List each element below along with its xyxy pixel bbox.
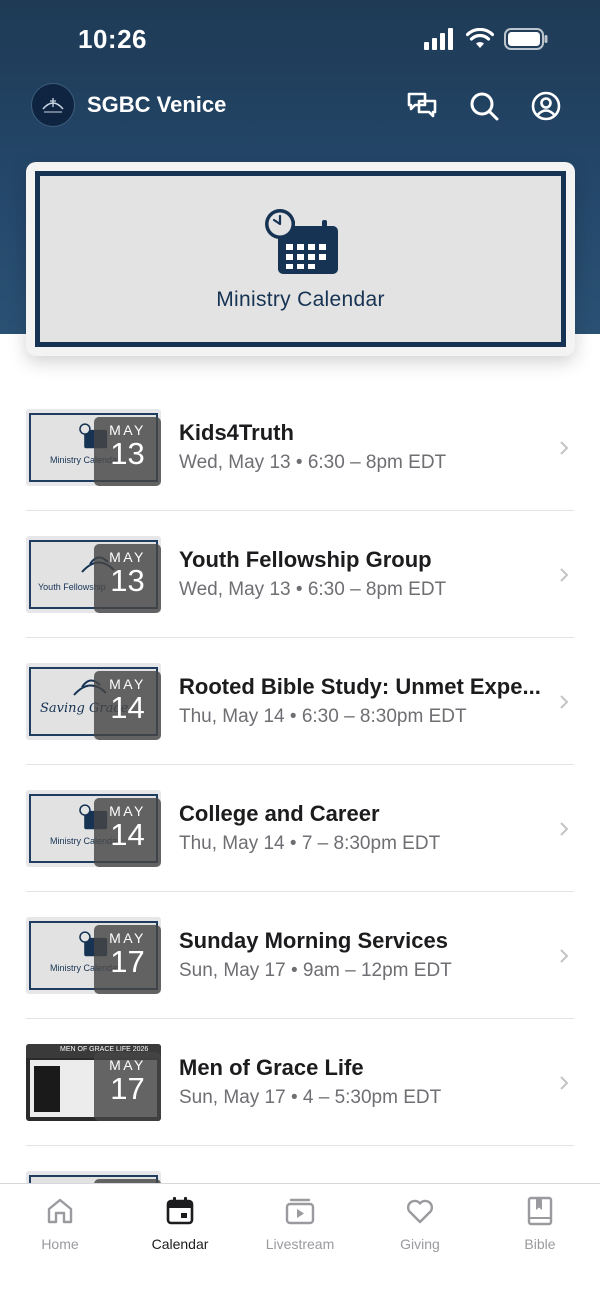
date-badge: MAY 17 — [94, 1052, 161, 1121]
event-title: Rooted Bible Study: Unmet Expe... — [179, 674, 541, 699]
event-row[interactable]: Ministry Calendar MAY 17 Sunday Morning … — [0, 892, 600, 1019]
ministry-calendar-banner[interactable]: Ministry Calendar — [26, 162, 575, 356]
date-badge: MAY 14 — [94, 671, 161, 740]
event-date: Thu, May 14 — [179, 833, 285, 854]
event-row[interactable]: Ministry Calendar MAY 14 College and Car… — [0, 765, 600, 892]
event-title: College and Career — [179, 801, 380, 826]
tab-giving[interactable]: Giving — [360, 1184, 480, 1300]
event-time: 6:30 – 8pm EDT — [307, 452, 447, 473]
status-icons — [424, 28, 548, 50]
event-date: Sun, May 17 — [179, 1087, 286, 1108]
date-day: 13 — [110, 436, 145, 471]
chevron-right-icon — [560, 441, 569, 455]
banner-frame: Ministry Calendar — [35, 171, 566, 347]
app-title: SGBC Venice — [87, 92, 227, 117]
event-title: Men of Grace Life — [179, 1055, 364, 1080]
tab-label: Livestream — [265, 1236, 335, 1252]
calendar-clock-icon — [264, 209, 338, 274]
chat-icon[interactable] — [406, 90, 438, 122]
heart-icon — [406, 1199, 434, 1224]
bottom-tab-bar: Home Calendar Livestream Giving Bible — [0, 1183, 600, 1300]
livestream-icon — [285, 1198, 315, 1225]
event-list: Ministry Calendar MAY 13 Kids4Truth Wed,… — [0, 384, 600, 1211]
event-datetime: Sun, May 17 • 9am – 12pm EDT — [179, 960, 452, 981]
search-icon[interactable] — [468, 90, 500, 122]
tab-bible[interactable]: Bible — [480, 1184, 600, 1300]
event-time: 9am – 12pm EDT — [302, 960, 452, 981]
church-logo[interactable] — [31, 83, 75, 127]
chevron-right-icon — [560, 822, 569, 836]
tab-label: Bible — [524, 1236, 556, 1252]
date-day: 14 — [110, 690, 145, 725]
event-thumbnail: Ministry Calendar MAY 13 — [26, 409, 161, 486]
event-thumbnail: Saving Grace MAY 14 — [26, 663, 161, 740]
battery-icon — [504, 28, 548, 50]
date-badge: MAY 13 — [94, 544, 161, 613]
date-day: 17 — [110, 1071, 145, 1106]
banner-label: Ministry Calendar — [216, 288, 385, 311]
logo-emblem-icon — [42, 98, 64, 113]
event-thumbnail: Youth Fellowship MAY 13 — [26, 536, 161, 613]
app-bar: SGBC Venice — [0, 80, 600, 132]
tab-label: Calendar — [151, 1236, 209, 1252]
date-day: 13 — [110, 563, 145, 598]
date-badge: MAY 17 — [94, 925, 161, 994]
event-title: Youth Fellowship Group — [179, 547, 432, 572]
chevron-right-icon — [560, 949, 569, 963]
event-row[interactable]: Youth Fellowship MAY 13 Youth Fellowship… — [0, 511, 600, 638]
event-time: 6:30 – 8:30pm EDT — [301, 706, 467, 727]
event-datetime: Wed, May 13 • 6:30 – 8pm EDT — [179, 579, 447, 600]
chevron-right-icon — [560, 568, 569, 582]
event-row[interactable]: Saving Grace MAY 14 Rooted Bible Study: … — [0, 638, 600, 765]
home-icon — [47, 1198, 73, 1224]
tab-calendar[interactable]: Calendar — [120, 1184, 240, 1300]
tab-livestream[interactable]: Livestream — [240, 1184, 360, 1300]
chevron-right-icon — [560, 1076, 569, 1090]
status-bar: 10:26 — [0, 0, 600, 80]
event-date: Wed, May 13 — [179, 579, 291, 600]
event-datetime: Wed, May 13 • 6:30 – 8pm EDT — [179, 452, 447, 473]
event-date: Wed, May 13 — [179, 452, 291, 473]
cellular-signal-icon — [424, 28, 453, 50]
date-day: 14 — [110, 817, 145, 852]
wifi-icon — [466, 28, 494, 48]
bible-icon — [527, 1196, 553, 1226]
event-datetime: Sun, May 17 • 4 – 5:30pm EDT — [179, 1087, 442, 1108]
event-date: Thu, May 14 — [179, 706, 285, 727]
event-thumbnail: Ministry Calendar MAY 14 — [26, 790, 161, 867]
date-badge: MAY 13 — [94, 417, 161, 486]
app-actions — [406, 90, 562, 122]
tab-label: Home — [41, 1236, 79, 1252]
tab-label: Giving — [400, 1236, 440, 1252]
event-title: Sunday Morning Services — [179, 928, 448, 953]
event-date: Sun, May 17 — [179, 960, 286, 981]
tab-home[interactable]: Home — [0, 1184, 120, 1300]
chevron-right-icon — [560, 695, 569, 709]
calendar-icon — [166, 1197, 194, 1225]
status-time: 10:26 — [78, 24, 147, 54]
event-thumbnail: MEN OF GRACE LIFE 2026 MAY 17 — [26, 1044, 161, 1121]
event-datetime: Thu, May 14 • 6:30 – 8:30pm EDT — [179, 706, 467, 727]
profile-icon[interactable] — [530, 90, 562, 122]
event-thumbnail: Ministry Calendar MAY 17 — [26, 917, 161, 994]
date-day: 17 — [110, 944, 145, 979]
event-time: 6:30 – 8pm EDT — [307, 579, 447, 600]
event-row[interactable]: MEN OF GRACE LIFE 2026 MAY 17 Men of Gra… — [0, 1019, 600, 1146]
event-row[interactable]: Ministry Calendar MAY 13 Kids4Truth Wed,… — [0, 384, 600, 511]
event-time: 7 – 8:30pm EDT — [301, 833, 441, 854]
event-datetime: Thu, May 14 • 7 – 8:30pm EDT — [179, 833, 441, 854]
event-time: 4 – 5:30pm EDT — [302, 1087, 442, 1108]
flyer-book — [34, 1066, 60, 1112]
event-title: Kids4Truth — [179, 420, 294, 445]
date-badge: MAY 14 — [94, 798, 161, 867]
